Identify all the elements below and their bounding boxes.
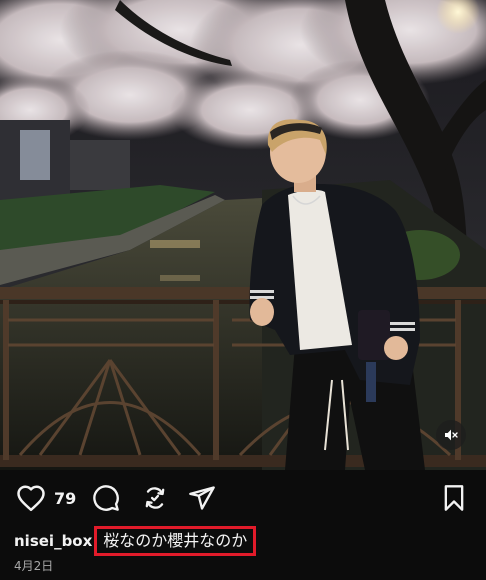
repost-button[interactable]	[141, 484, 169, 512]
caption-username[interactable]: nisei_box	[14, 532, 92, 550]
like-button[interactable]: 79	[16, 484, 76, 512]
heart-outline-icon	[17, 485, 45, 512]
post-photo[interactable]	[0, 0, 486, 470]
comment-button[interactable]	[92, 484, 120, 512]
bookmark-outline-icon	[444, 485, 464, 511]
send-button[interactable]	[188, 484, 216, 512]
repost-icon	[145, 487, 165, 509]
save-button[interactable]	[441, 484, 467, 512]
action-bar: 79	[0, 478, 486, 520]
instagram-post: 79 nisei_box 桜なのか櫻井なのか 4月2日	[0, 0, 486, 580]
paper-plane-icon	[189, 486, 215, 510]
comment-bubble-icon	[93, 485, 119, 511]
caption-text: 桜なのか櫻井なのか	[94, 526, 257, 556]
post-date: 4月2日	[14, 559, 54, 573]
like-count: 79	[54, 488, 77, 508]
mute-button[interactable]	[436, 420, 466, 450]
speaker-muted-icon	[445, 429, 458, 441]
post-caption: nisei_box 桜なのか櫻井なのか	[14, 526, 257, 556]
